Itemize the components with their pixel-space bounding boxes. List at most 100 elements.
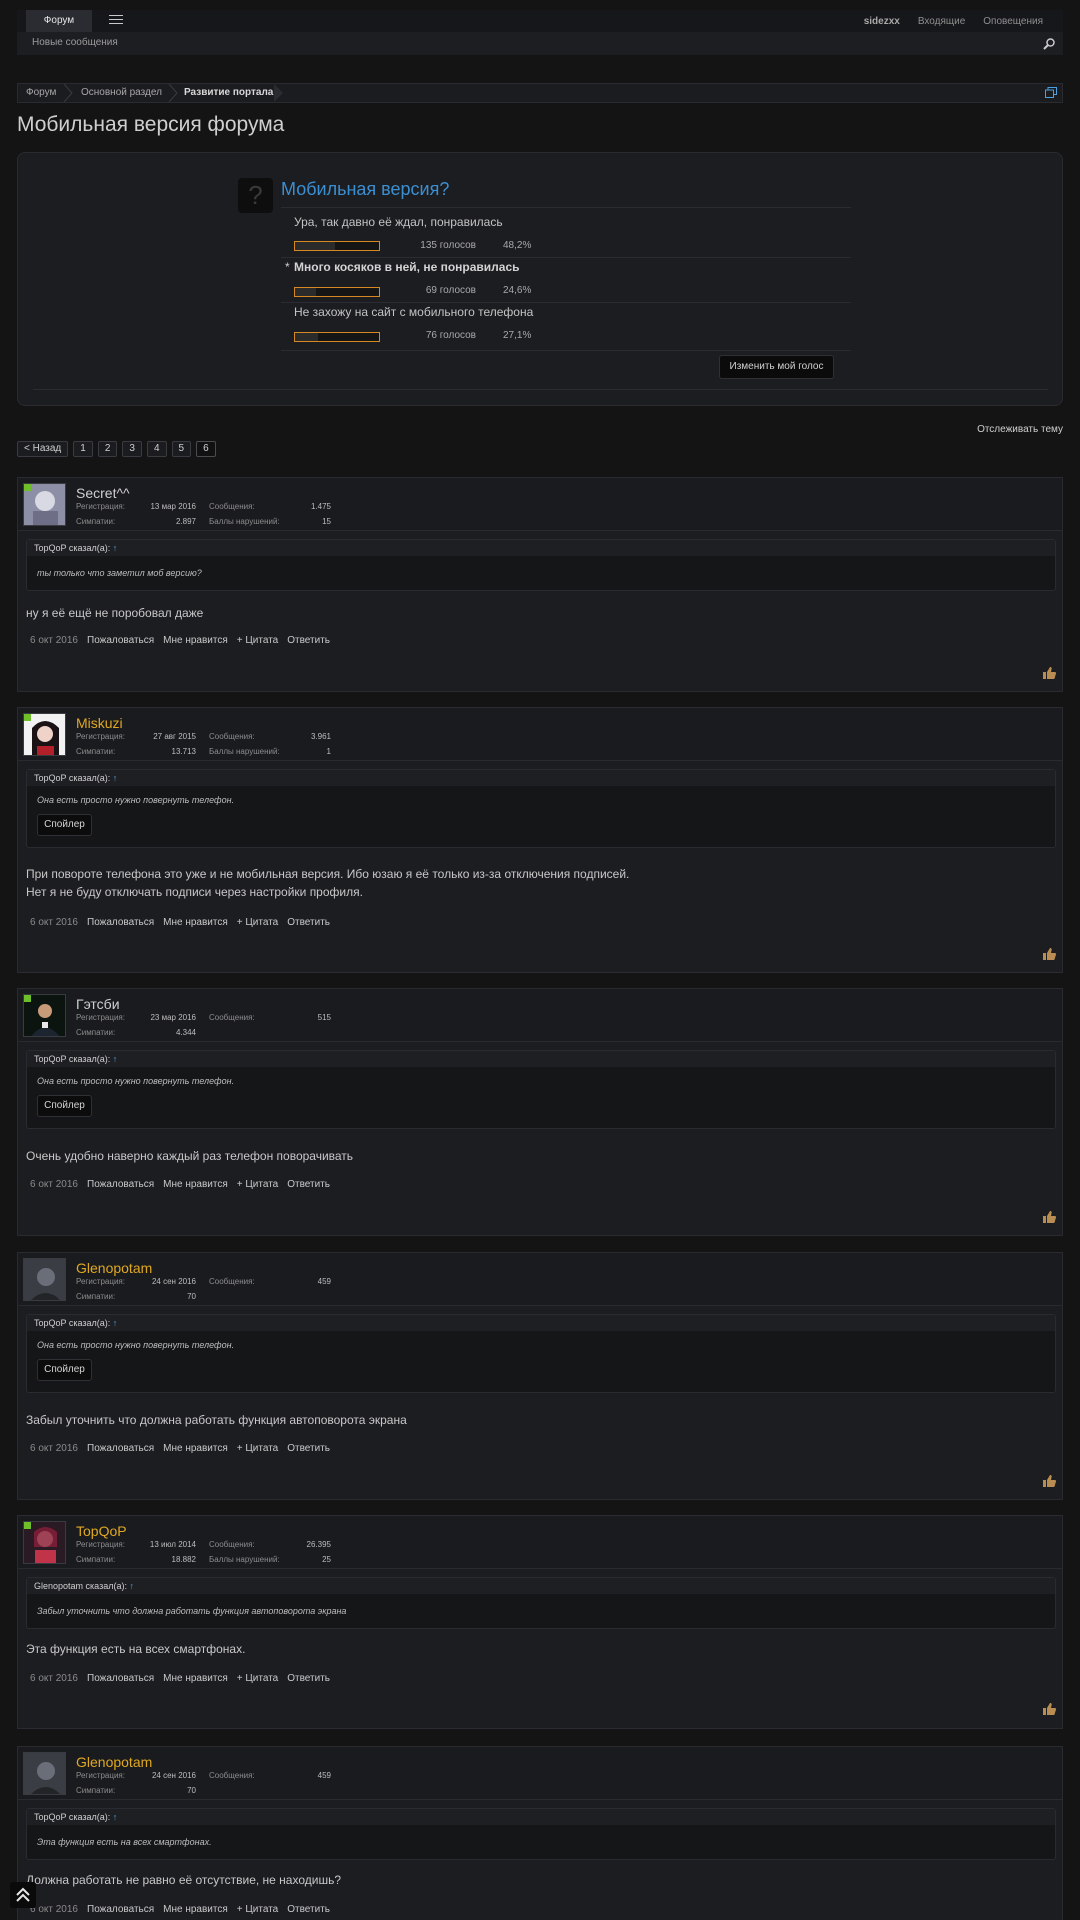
avatar[interactable] xyxy=(23,713,66,756)
watch-thread-link[interactable]: Отслеживать тему xyxy=(977,424,1063,435)
new-messages-link[interactable]: Новые сообщения xyxy=(32,37,118,48)
quote-link[interactable]: + Цитата xyxy=(237,1673,278,1684)
thumbs-up-icon[interactable] xyxy=(1042,1703,1056,1715)
author-name[interactable]: Miskuzi xyxy=(76,715,123,731)
author-name[interactable]: Glenopotam xyxy=(76,1754,152,1770)
spoiler-button[interactable]: Спойлер xyxy=(37,1359,92,1381)
spoiler-button[interactable]: Спойлер xyxy=(37,1095,92,1117)
reply-link[interactable]: Ответить xyxy=(287,1179,330,1190)
author-name[interactable]: Secret^^ xyxy=(76,485,130,501)
quote-text: Она есть просто нужно повернуть телефон. xyxy=(37,1340,235,1350)
stat-label: Симпатии: xyxy=(76,1786,116,1795)
stat-label: Симпатии: xyxy=(76,1292,116,1301)
username-link[interactable]: sidezxx xyxy=(864,16,900,27)
reply-link[interactable]: Ответить xyxy=(287,1673,330,1684)
post-date[interactable]: 6 окт 2016 xyxy=(30,635,78,646)
avatar[interactable] xyxy=(23,1521,66,1564)
poll-result-bar xyxy=(294,332,380,342)
pagination-page[interactable]: 4 xyxy=(146,441,167,457)
pagination-page[interactable]: 3 xyxy=(122,441,142,457)
pagination-page[interactable]: 5 xyxy=(171,441,192,457)
breadcrumb-main-section[interactable]: Основной раздел xyxy=(81,84,162,102)
quote-author[interactable]: TopQoP сказал(а): xyxy=(34,773,110,783)
poll-result-bar xyxy=(294,287,380,297)
scroll-to-top-icon[interactable] xyxy=(10,1882,36,1908)
stat-label: Симпатии: xyxy=(76,517,116,526)
alerts-link[interactable]: Оповещения xyxy=(983,16,1043,27)
avatar[interactable] xyxy=(23,1752,66,1795)
author-name[interactable]: Гэтсби xyxy=(76,996,120,1012)
stat-label: Регистрация: xyxy=(76,1540,125,1549)
thumbs-up-icon[interactable] xyxy=(1042,1211,1056,1223)
pagination-current-page[interactable]: 6 xyxy=(196,441,216,457)
quote-jump-icon[interactable]: ↑ xyxy=(113,1054,118,1064)
quote-jump-icon[interactable]: ↑ xyxy=(113,543,118,553)
quote-author[interactable]: TopQoP сказал(а): xyxy=(34,1054,110,1064)
pagination-prev[interactable]: < Назад xyxy=(17,441,69,457)
like-link[interactable]: Мне нравится xyxy=(163,1904,228,1915)
author-name[interactable]: Glenopotam xyxy=(76,1260,152,1276)
thumbs-up-icon[interactable] xyxy=(1042,667,1056,679)
like-link[interactable]: Мне нравится xyxy=(163,917,228,928)
poll-option-label: Много косяков в ней, не понравилась xyxy=(294,260,520,274)
report-link[interactable]: Пожаловаться xyxy=(87,917,154,928)
report-link[interactable]: Пожаловаться xyxy=(87,1673,154,1684)
stat-label: Регистрация: xyxy=(76,732,125,741)
reply-link[interactable]: Ответить xyxy=(287,1904,330,1915)
post-actions: 6 окт 2016 Пожаловаться Мне нравится + Ц… xyxy=(30,1673,330,1684)
post-date[interactable]: 6 окт 2016 xyxy=(30,1179,78,1190)
tab-forum[interactable]: Форум xyxy=(26,10,92,32)
quote-link[interactable]: + Цитата xyxy=(237,917,278,928)
search-icon[interactable] xyxy=(1043,38,1055,50)
avatar[interactable] xyxy=(23,994,66,1037)
thumbs-up-icon[interactable] xyxy=(1042,1475,1056,1487)
pagination-page[interactable]: 2 xyxy=(97,441,118,457)
like-link[interactable]: Мне нравится xyxy=(163,1179,228,1190)
like-link[interactable]: Мне нравится xyxy=(163,1673,228,1684)
like-link[interactable]: Мне нравится xyxy=(163,1443,228,1454)
like-link[interactable]: Мне нравится xyxy=(163,635,228,646)
quote-jump-icon[interactable]: ↑ xyxy=(113,773,118,783)
report-link[interactable]: Пожаловаться xyxy=(87,1179,154,1190)
quote-jump-icon[interactable]: ↑ xyxy=(129,1581,134,1591)
post-date[interactable]: 6 окт 2016 xyxy=(30,917,78,928)
quote-author[interactable]: TopQoP сказал(а): xyxy=(34,1812,110,1822)
breadcrumb-portal-dev[interactable]: Развитие портала xyxy=(184,84,273,102)
pagination-page[interactable]: 1 xyxy=(73,441,93,457)
quote-author[interactable]: TopQoP сказал(а): xyxy=(34,1318,110,1328)
avatar[interactable] xyxy=(23,483,66,526)
report-link[interactable]: Пожаловаться xyxy=(87,1443,154,1454)
quote-author[interactable]: Glenopotam сказал(а): xyxy=(34,1581,127,1591)
quote-author[interactable]: TopQoP сказал(а): xyxy=(34,543,110,553)
thumbs-up-icon[interactable] xyxy=(1042,948,1056,960)
jump-to-icon[interactable] xyxy=(1045,87,1057,98)
author-name[interactable]: TopQoP xyxy=(76,1523,127,1539)
avatar[interactable] xyxy=(23,1258,66,1301)
reply-link[interactable]: Ответить xyxy=(287,917,330,928)
poll-votes: 76 голосов xyxy=(425,330,476,341)
report-link[interactable]: Пожаловаться xyxy=(87,1904,154,1915)
inbox-link[interactable]: Входящие xyxy=(918,16,965,27)
post-date[interactable]: 6 окт 2016 xyxy=(30,1443,78,1454)
post-date[interactable]: 6 окт 2016 xyxy=(30,1904,78,1915)
spoiler-button[interactable]: Спойлер xyxy=(37,814,92,836)
reply-link[interactable]: Ответить xyxy=(287,635,330,646)
post-date[interactable]: 6 окт 2016 xyxy=(30,1673,78,1684)
stat-value: 459 xyxy=(317,1277,331,1286)
quote-jump-icon[interactable]: ↑ xyxy=(113,1318,118,1328)
change-vote-button[interactable]: Изменить мой голос xyxy=(719,355,834,379)
quote-text: ты только что заметил моб версию? xyxy=(37,568,202,578)
reply-link[interactable]: Ответить xyxy=(287,1443,330,1454)
stat-label: Сообщения: xyxy=(209,1771,255,1780)
quote-link[interactable]: + Цитата xyxy=(237,1443,278,1454)
quote-link[interactable]: + Цитата xyxy=(237,635,278,646)
quote-link[interactable]: + Цитата xyxy=(237,1179,278,1190)
quote-link[interactable]: + Цитата xyxy=(237,1904,278,1915)
stat-value: 2.897 xyxy=(175,517,196,526)
report-link[interactable]: Пожаловаться xyxy=(87,635,154,646)
breadcrumb-forum[interactable]: Форум xyxy=(26,84,56,102)
quote-block: TopQoP сказал(а): ↑ Она есть просто нужн… xyxy=(26,1314,1056,1393)
quote-jump-icon[interactable]: ↑ xyxy=(113,1812,118,1822)
menu-icon[interactable] xyxy=(109,15,123,27)
divider xyxy=(281,207,851,208)
